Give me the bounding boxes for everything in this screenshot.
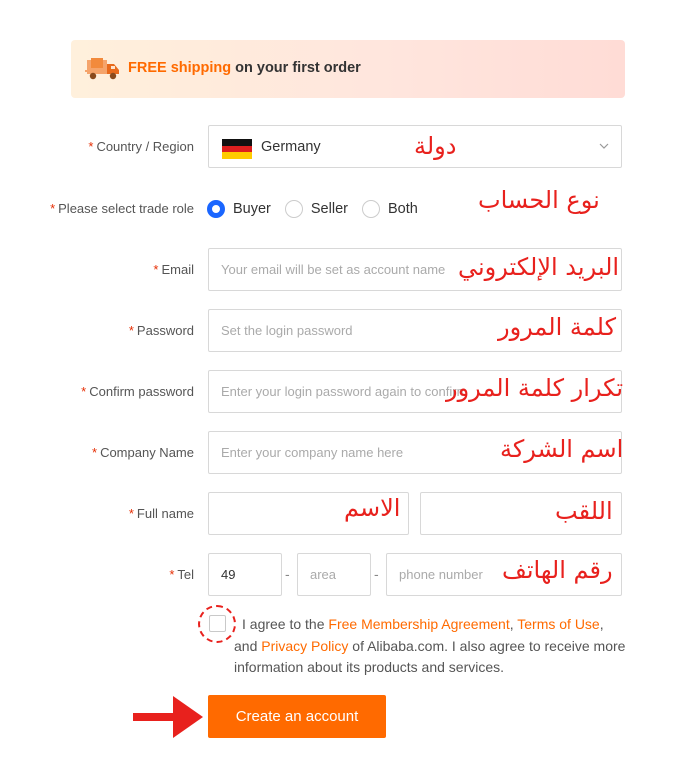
truck-icon — [85, 58, 119, 80]
annotation-last-name: اللقب — [555, 497, 613, 525]
radio-both-label: Both — [387, 201, 418, 217]
banner-rest: on your first order — [235, 60, 361, 76]
tel-area-field-wrap — [297, 553, 371, 596]
radio-unselected-icon — [284, 200, 303, 218]
terms-of-use-link[interactable]: Terms of Use — [517, 616, 599, 632]
radio-buyer[interactable]: Buyer — [207, 200, 271, 218]
trade-role-group: Buyer Seller Both — [207, 200, 432, 218]
radio-selected-icon — [207, 200, 225, 218]
radio-seller-label: Seller — [310, 201, 348, 217]
annotation-tel: رقم الهاتف — [502, 556, 613, 584]
shipping-banner: FREE shipping on your first order — [71, 40, 625, 98]
full-name-label: * Full name — [128, 506, 194, 521]
annotation-company: اسم الشركة — [500, 435, 624, 463]
agree-checkbox[interactable] — [209, 615, 226, 632]
radio-seller[interactable]: Seller — [284, 200, 348, 218]
tel-code-field-wrap — [208, 553, 282, 596]
annotation-confirm-password: تكرار كلمة المرور — [446, 374, 624, 402]
country-value: Germany — [261, 139, 321, 155]
radio-both[interactable]: Both — [361, 200, 418, 218]
company-label: * Company Name — [92, 445, 194, 460]
country-label: * Country / Region — [88, 139, 194, 154]
germany-flag-icon — [222, 139, 252, 159]
confirm-password-label: * Confirm password — [81, 384, 194, 399]
membership-agreement-link[interactable]: Free Membership Agreement — [328, 616, 509, 632]
annotation-first-name: الاسم — [344, 494, 401, 522]
create-account-button[interactable]: Create an account — [208, 695, 386, 738]
annotation-country: دولة — [414, 132, 457, 160]
annotation-email: البريد الإلكتروني — [458, 253, 620, 281]
tel-area-field[interactable] — [298, 554, 370, 595]
agreement-text: I agree to the Free Membership Agreement… — [234, 616, 626, 675]
radio-unselected-icon — [361, 200, 380, 218]
tel-separator: - — [285, 566, 290, 582]
banner-text: FREE shipping on your first order — [128, 60, 361, 76]
trade-role-label: * Please select trade role — [50, 201, 194, 216]
tel-label: * Tel — [169, 567, 194, 582]
tel-separator: - — [374, 566, 379, 582]
email-label: * Email — [153, 262, 194, 277]
tel-code-field[interactable] — [209, 554, 281, 595]
annotation-password: كلمة المرور — [498, 313, 617, 341]
annotation-trade-role: نوع الحساب — [478, 186, 600, 214]
radio-buyer-label: Buyer — [233, 201, 271, 217]
chevron-down-icon — [599, 143, 609, 149]
password-label: * Password — [128, 323, 194, 338]
privacy-policy-link[interactable]: Privacy Policy — [261, 638, 348, 654]
arrow-right-icon — [133, 696, 203, 738]
banner-highlight: FREE shipping — [128, 60, 232, 76]
